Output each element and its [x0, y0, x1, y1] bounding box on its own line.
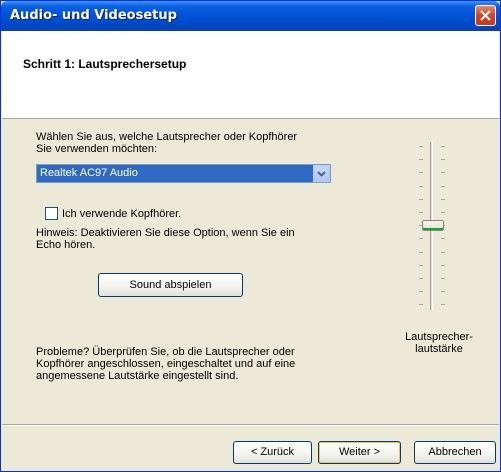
volume-tick — [441, 159, 445, 161]
window-title: Audio- und Videosetup — [10, 8, 177, 23]
volume-tick — [419, 238, 423, 240]
close-icon — [480, 10, 491, 21]
volume-tick — [419, 159, 423, 161]
volume-tick — [441, 146, 445, 147]
play-sound-label: Sound abspielen — [129, 279, 212, 291]
volume-tick — [419, 278, 423, 279]
problem-line1: Probleme? Überprüfen Sie, ob die Lautspr… — [36, 346, 295, 358]
device-select[interactable]: Realtek AC97 Audio — [36, 164, 331, 183]
cancel-button[interactable]: Abbrechen — [414, 441, 496, 464]
volume-tick — [419, 198, 423, 200]
setup-dialog: Audio- und Videosetup Schritt 1: Lautspr… — [0, 0, 501, 472]
volume-label-line1: Lautsprecher- — [405, 331, 473, 343]
footer-divider — [2, 424, 499, 426]
volume-tick — [441, 198, 445, 200]
volume-tick — [419, 291, 423, 293]
problem-line2: Kopfhörer angeschlossen, eingeschaltet u… — [36, 358, 296, 370]
back-button[interactable]: < Zurück — [233, 441, 312, 464]
chevron-down-icon — [317, 170, 326, 177]
hint-line1: Hinweis: Deaktivieren Sie diese Option, … — [36, 227, 295, 239]
device-prompt-line2: Sie verwenden möchten: — [36, 143, 158, 155]
volume-tick — [419, 304, 423, 306]
headphones-checkbox-label[interactable]: Ich verwende Kopfhörer. — [62, 208, 181, 220]
volume-tick — [419, 251, 423, 253]
volume-tick — [441, 238, 445, 240]
volume-tick — [419, 212, 423, 213]
step-title: Schritt 1: Lautsprechersetup — [23, 57, 187, 71]
volume-tick — [441, 172, 445, 174]
volume-slider-thumb[interactable] — [422, 220, 444, 231]
volume-tick — [441, 251, 445, 253]
volume-tick — [441, 185, 445, 187]
volume-label-line2: lautstärke — [415, 343, 463, 355]
title-bar[interactable]: Audio- und Videosetup — [1, 1, 500, 31]
volume-tick — [419, 146, 423, 147]
close-button[interactable] — [475, 5, 496, 26]
device-prompt-line1: Wählen Sie aus, welche Lautsprecher oder… — [36, 131, 298, 143]
volume-tick — [441, 304, 445, 306]
cancel-label: Abbrechen — [428, 446, 482, 458]
hint-line2: Echo hören. — [36, 239, 96, 251]
problem-line3: angemessene Lautstärke eingestellt sind. — [36, 370, 239, 382]
next-button[interactable]: Weiter > — [318, 441, 401, 464]
volume-tick — [441, 291, 445, 293]
device-select-value: Realtek AC97 Audio — [40, 167, 138, 179]
volume-tick — [441, 264, 445, 266]
volume-tick — [419, 264, 423, 266]
wizard-header: Schritt 1: Lautsprechersetup — [2, 31, 499, 119]
back-label: < Zurück — [250, 446, 295, 458]
headphones-checkbox[interactable] — [45, 207, 58, 220]
volume-tick — [441, 278, 445, 279]
volume-tick — [419, 185, 423, 187]
dropdown-button[interactable] — [313, 165, 330, 182]
play-sound-button[interactable]: Sound abspielen — [98, 273, 243, 297]
volume-tick — [441, 212, 445, 213]
volume-tick — [419, 172, 423, 174]
next-label: Weiter > — [338, 446, 381, 458]
